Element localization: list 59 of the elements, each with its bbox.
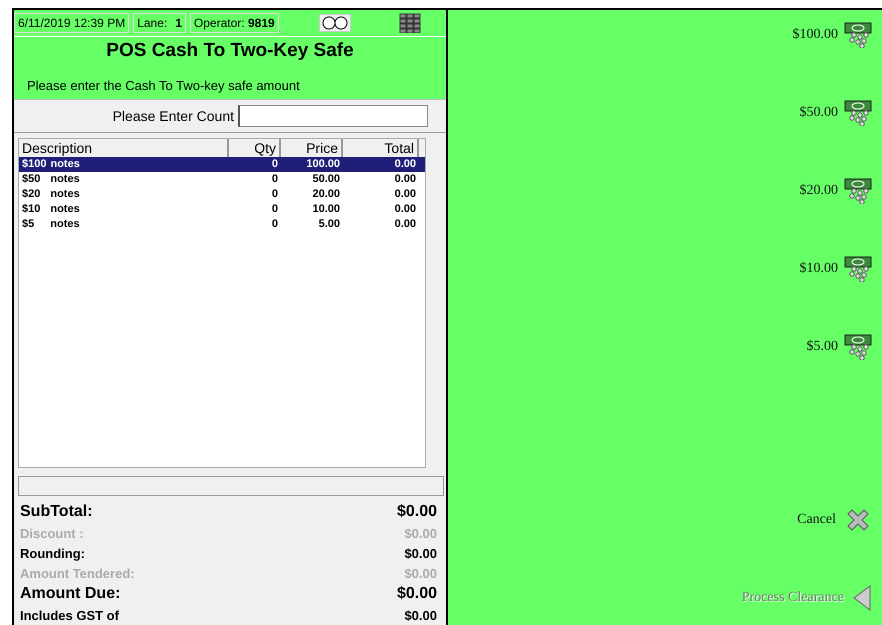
total-label: Includes GST of <box>20 608 119 622</box>
table-row[interactable]: $5 notes 0 5.00 0.00 <box>19 217 425 232</box>
banknote-coins-icon <box>844 22 872 48</box>
total-cell-text: 0.00 <box>394 172 417 188</box>
qty-cell-text: 0 <box>270 157 279 172</box>
price-cell-text: 10.00 <box>311 202 341 218</box>
denomination-button[interactable]: $20.00 <box>800 176 872 206</box>
total-label: Amount Due: <box>20 585 120 603</box>
lane-label: Lane: 1 <box>133 12 186 33</box>
total-value: $0.00 <box>396 503 437 521</box>
total-cell-text: 0.00 <box>394 157 417 172</box>
screen-title: POS Cash To Two-Key Safe <box>106 38 354 62</box>
qty-cell-text: 0 <box>270 217 279 232</box>
description-cell-text: $20 notes <box>21 187 81 202</box>
denomination-button[interactable]: $50.00 <box>800 98 872 128</box>
table-row[interactable]: $10 notes 0 10.00 0.00 <box>19 202 425 218</box>
banknote-coins-icon <box>844 178 872 204</box>
count-input[interactable] <box>238 105 428 128</box>
price-cell-text: 5.00 <box>318 217 341 232</box>
cancel-button[interactable]: Cancel <box>797 504 872 536</box>
banknote-coins-icon <box>844 256 872 282</box>
total-value: $0.00 <box>396 585 437 603</box>
total-label: Rounding: <box>20 546 85 560</box>
banknote-coins-icon <box>844 334 872 360</box>
qty-cell-text: 0 <box>270 187 279 202</box>
denomination-button[interactable]: $100.00 <box>792 20 872 50</box>
table-row[interactable]: $20 notes 0 20.00 0.00 <box>19 187 425 202</box>
total-cell-text: 0.00 <box>394 187 417 202</box>
description-cell-text: $100 notes <box>21 157 81 172</box>
price-cell-text: 20.00 <box>311 187 341 202</box>
total-value: $0.00 <box>404 546 437 560</box>
total-value: $0.00 <box>404 526 437 540</box>
total-cell-text: 0.00 <box>394 202 417 218</box>
denomination-button[interactable]: $5.00 <box>806 332 872 362</box>
instruction-text: Please enter the Cash To Two-key safe amount <box>27 78 300 93</box>
qty-cell-text: 0 <box>270 202 279 218</box>
total-value: $0.00 <box>404 566 437 580</box>
total-value: $0.00 <box>404 608 437 622</box>
denomination-button[interactable]: $10.00 <box>800 254 872 284</box>
description-cell-text: $10 notes <box>21 202 81 218</box>
date-time: 6/11/2019 12:39 PM <box>14 12 130 33</box>
operator-label: Operator: 9819 <box>190 12 279 33</box>
total-label: Discount : <box>20 526 84 540</box>
qty-cell-text: 0 <box>270 172 279 188</box>
price-cell-text: 100.00 <box>305 157 341 172</box>
count-label: Please Enter Count <box>112 108 234 124</box>
table-row[interactable]: $100 notes 0 100.00 0.00 <box>19 157 425 172</box>
total-cell-text: 0.00 <box>394 217 417 232</box>
circles-icon[interactable] <box>318 14 351 32</box>
description-cell-text: $5 notes <box>21 217 81 232</box>
back-triangle-icon <box>852 584 872 612</box>
description-cell-text: $50 notes <box>21 172 81 188</box>
price-cell-text: 50.00 <box>311 172 341 188</box>
table-row[interactable]: $50 notes 0 50.00 0.00 <box>19 172 425 188</box>
lane-number: 1 <box>175 16 182 30</box>
banknote-coins-icon <box>844 100 872 126</box>
total-label: Amount Tendered: <box>20 566 135 580</box>
total-label: SubTotal: <box>20 503 93 521</box>
keypad-icon[interactable] <box>398 12 421 33</box>
